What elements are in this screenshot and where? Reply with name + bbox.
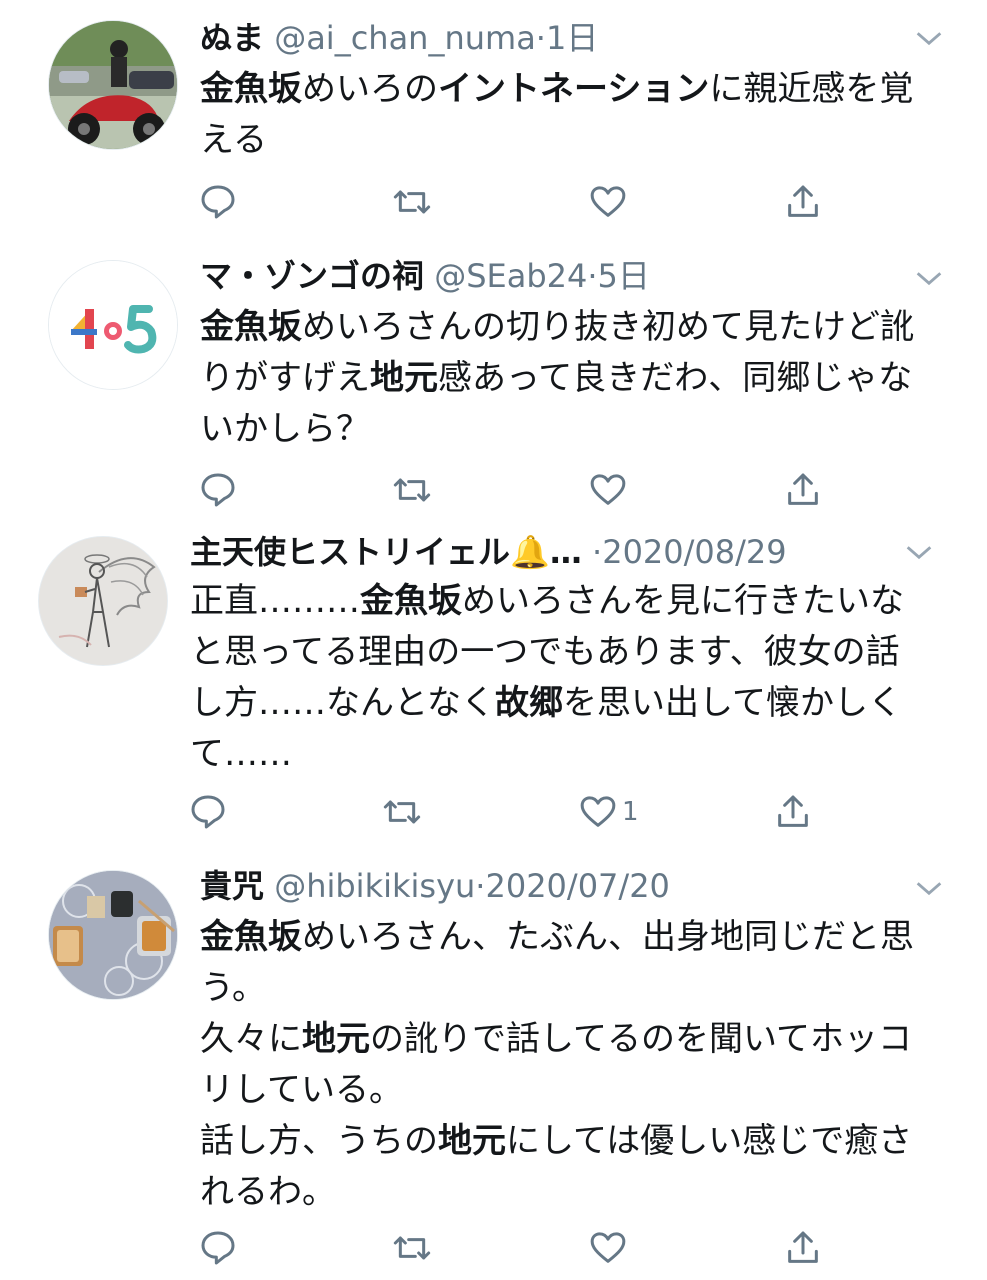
retweet-icon (383, 800, 421, 824)
tweet-time[interactable]: 1日 (546, 19, 598, 57)
avatar[interactable] (48, 870, 178, 1000)
reply-button[interactable] (198, 1226, 242, 1270)
like-button[interactable] (588, 180, 632, 224)
reply-button[interactable] (188, 790, 232, 834)
heart-icon (580, 796, 616, 827)
avatar[interactable] (38, 536, 168, 666)
share-icon (788, 473, 818, 505)
share-icon (778, 795, 808, 827)
share-button[interactable] (783, 180, 827, 224)
author-name[interactable]: ぬま (200, 19, 264, 57)
action-bar (0, 1226, 987, 1274)
tweet[interactable]: ぬま @ai_chan_numa·1日 金魚坂めいろのイントネーションに親近感を… (0, 0, 987, 240)
retweet-icon (393, 478, 431, 502)
tweet[interactable]: 貴咒 @hibikikisyu·2020/07/20 金魚坂めいろさん、たぶん、… (0, 850, 987, 1280)
like-button[interactable] (588, 468, 632, 512)
reply-icon (201, 185, 235, 219)
action-bar (0, 468, 987, 516)
reply-icon (191, 795, 225, 829)
heart-icon (590, 474, 626, 505)
reply-icon (201, 473, 235, 507)
reply-button[interactable] (198, 468, 242, 512)
reply-button[interactable] (198, 180, 242, 224)
text-segment: 地元 (370, 358, 438, 398)
like-count: 1 (622, 797, 639, 827)
author-name[interactable]: マ・ゾンゴの祠 (200, 257, 424, 295)
text-segment: 金魚坂 (360, 581, 462, 621)
share-icon (788, 1231, 818, 1263)
share-button[interactable] (773, 790, 817, 834)
share-icon (788, 185, 818, 217)
reply-icon (201, 1231, 235, 1265)
retweet-button[interactable] (382, 790, 426, 834)
retweet-button[interactable] (392, 468, 436, 512)
tweet-time[interactable]: 5日 (598, 257, 650, 295)
author-handle[interactable]: @SEab24 (434, 257, 587, 295)
text-segment: めいろの (302, 69, 438, 109)
tweet-text: 金魚坂めいろのイントネーションに親近感を覚える (200, 64, 930, 166)
text-segment: 金魚坂 (200, 917, 302, 957)
author-name[interactable]: 主天使ヒストリイェル🔔… (190, 533, 582, 571)
meta-separator: · (475, 867, 486, 905)
retweet-icon (393, 190, 431, 214)
text-segment: 正直……… (190, 581, 360, 621)
meta-separator: · (535, 19, 546, 57)
retweet-button[interactable] (392, 180, 436, 224)
author-handle[interactable]: @hibikikisyu (274, 867, 475, 905)
like-button[interactable] (588, 1226, 632, 1270)
chevron-down-icon[interactable] (912, 262, 946, 296)
action-bar (0, 180, 987, 228)
text-segment: 地元 (302, 1019, 370, 1059)
text-segment: 金魚坂 (200, 69, 302, 109)
author-name[interactable]: 貴咒 (200, 867, 264, 905)
avatar[interactable] (48, 260, 178, 390)
chevron-down-icon[interactable] (902, 536, 936, 570)
food-photo-avatar (49, 871, 177, 999)
chevron-down-icon[interactable] (912, 872, 946, 906)
meta-separator: · (592, 533, 603, 571)
heart-icon (590, 186, 626, 217)
tweet-time[interactable]: 2020/08/29 (602, 533, 786, 571)
author-handle[interactable]: @ai_chan_numa (274, 19, 536, 57)
retweet-button[interactable] (392, 1226, 436, 1270)
tweet-text: 金魚坂めいろさん、たぶん、出身地同じだと思う。 久々に地元の訛りで話してるのを聞… (200, 912, 930, 1218)
tweet[interactable]: 主天使ヒストリイェル🔔… ·2020/08/29 正直………金魚坂めいろさんを見… (0, 520, 987, 850)
text-segment: 故郷 (494, 683, 563, 723)
like-button[interactable] (578, 790, 622, 834)
tweet-text: 正直………金魚坂めいろさんを見に行きたいなと思ってる理由の一つでもあります、彼女… (190, 576, 930, 780)
logo-105-avatar (49, 261, 177, 389)
share-button[interactable] (783, 468, 827, 512)
tweet-text: 金魚坂めいろさんの切り抜き初めて見たけど訛りがすげえ地元感あって良きだわ、同郷じ… (200, 302, 930, 455)
angel-drawing-avatar (39, 537, 167, 665)
tweet[interactable]: マ・ゾンゴの祠 @SEab24·5日 金魚坂めいろさんの切り抜き初めて見たけど訛… (0, 240, 987, 540)
chevron-down-icon[interactable] (912, 22, 946, 56)
share-button[interactable] (783, 1226, 827, 1270)
text-segment: 地元 (438, 1121, 506, 1161)
heart-icon (590, 1232, 626, 1263)
action-bar: 1 (0, 790, 987, 838)
meta-separator: · (587, 257, 598, 295)
retweet-icon (393, 1236, 431, 1260)
motorcycle-photo-avatar (49, 21, 177, 149)
avatar[interactable] (48, 20, 178, 150)
text-segment: イントネーション (438, 69, 710, 109)
text-segment: 金魚坂 (200, 307, 302, 347)
tweet-time[interactable]: 2020/07/20 (485, 867, 669, 905)
